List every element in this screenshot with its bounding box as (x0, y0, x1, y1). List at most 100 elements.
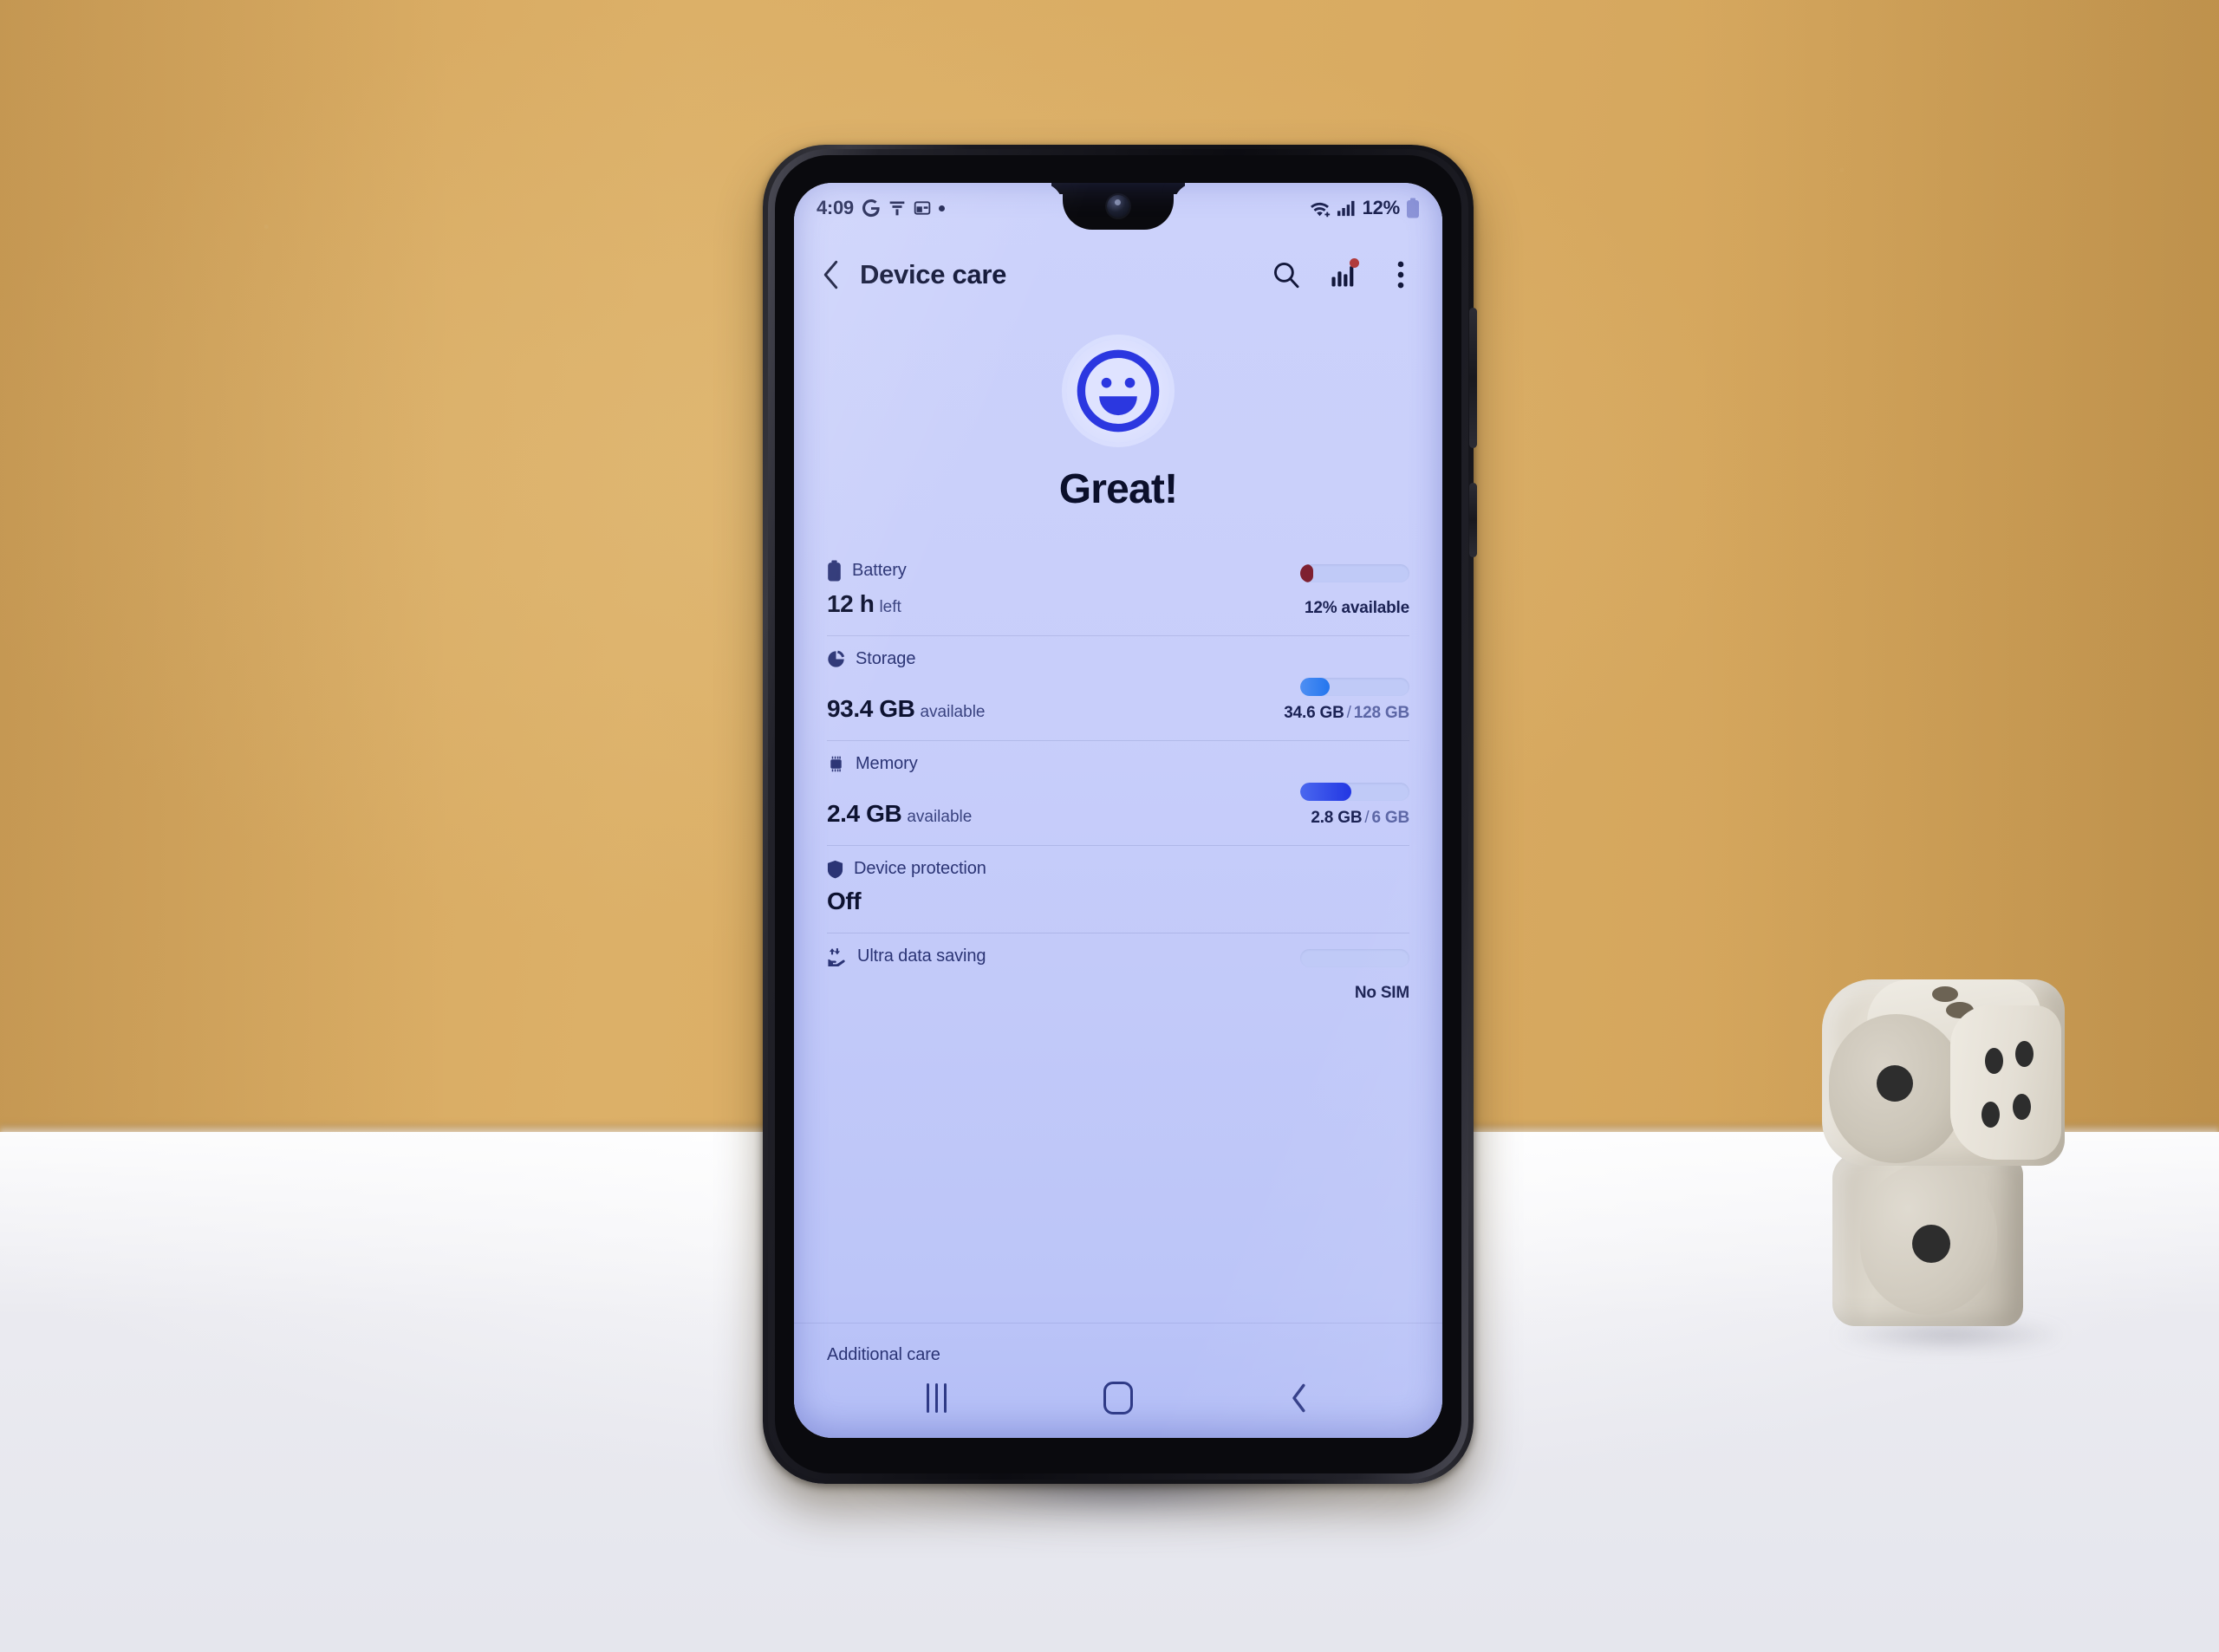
row-value-unit: left (879, 598, 901, 616)
status-rows: Battery 12 h left 12% available Storage … (794, 546, 1442, 1020)
recents-icon (927, 1383, 947, 1413)
additional-care-section[interactable]: Additional care (794, 1323, 1442, 1365)
progress-fill (1300, 678, 1331, 696)
row-subtext-total: 128 GB (1353, 704, 1409, 722)
row-right: 2.8 GB/6 GB (1300, 783, 1409, 828)
row-right: 34.6 GB/128 GB (1284, 678, 1409, 723)
recents-button[interactable] (907, 1374, 967, 1422)
signal-bars-icon (1337, 199, 1357, 217)
row-subtext: 12% available (1305, 599, 1409, 617)
row-right: No SIM (1300, 949, 1409, 1003)
row-value: 93.4 GB available (827, 695, 985, 723)
data-saving-icon (827, 946, 847, 966)
row-body: 2.4 GB available 2.8 GB/6 GB (827, 783, 1409, 828)
row-label: Device protection (854, 859, 986, 878)
row-value-number: 93.4 GB (827, 695, 915, 722)
storage-progress-bar (1300, 678, 1409, 696)
funnel-icon (888, 199, 906, 217)
row-battery[interactable]: Battery 12 h left 12% available (794, 546, 1442, 635)
smiley-face-icon (1066, 339, 1170, 443)
row-subtext: No SIM (1354, 984, 1409, 1002)
device-care-app: 4:09 12% Device care Great! Battery 12 h… (794, 183, 1442, 1438)
progress-fill (1300, 564, 1314, 582)
status-bar: 4:09 12% (794, 183, 1442, 233)
app-bar-actions (1269, 257, 1423, 292)
row-body: 93.4 GB available 34.6 GB/128 GB (827, 678, 1409, 723)
row-value-number: Off (827, 888, 862, 914)
back-nav-button[interactable] (1269, 1374, 1330, 1422)
google-g-icon (862, 198, 881, 218)
additional-care-title: Additional care (827, 1345, 940, 1364)
row-header: Storage (827, 649, 1409, 669)
row-body: No SIM (827, 949, 1409, 1003)
device-status-hero: Great! (794, 316, 1442, 513)
row-ultra-data-saving[interactable]: Ultra data saving No SIM (794, 933, 1442, 1020)
chevron-left-icon (1292, 1383, 1305, 1413)
page-title: Device care (860, 259, 1007, 289)
die-pip (1985, 1048, 2003, 1074)
status-battery-percent: 12% (1362, 197, 1401, 218)
die-pip (1877, 1065, 1913, 1102)
navigation-bar (794, 1365, 1442, 1438)
die-pip (1932, 986, 1958, 1002)
die-pip (1912, 1225, 1950, 1263)
row-value-unit: available (907, 808, 973, 826)
battery-progress-bar (1300, 564, 1409, 582)
row-header: Device protection (827, 859, 1409, 879)
row-label: Ultra data saving (857, 946, 986, 966)
battery-icon (827, 560, 842, 582)
row-header: Memory (827, 754, 1409, 774)
bottom-die (1832, 1153, 2023, 1326)
row-value: 12 h left (827, 590, 901, 618)
notification-badge (1350, 258, 1359, 268)
row-subtext-total: 6 GB (1371, 809, 1409, 827)
phone-screen: 4:09 12% Device care Great! Battery 12 h… (794, 183, 1442, 1438)
row-value: Off (827, 888, 862, 915)
die-pip (1981, 1102, 2000, 1128)
row-value-unit: available (920, 703, 986, 721)
row-label: Memory (856, 754, 918, 773)
row-subtext-used: 2.8 GB (1311, 809, 1363, 827)
usage-chart-icon[interactable] (1326, 257, 1361, 292)
storage-pie-icon (827, 650, 845, 668)
data-saving-progress-bar (1300, 949, 1409, 967)
search-icon[interactable] (1269, 257, 1304, 292)
shield-icon (827, 860, 843, 879)
power-button[interactable] (1469, 483, 1477, 557)
row-subtext-used: 34.6 GB (1284, 704, 1344, 722)
row-storage[interactable]: Storage 93.4 GB available 34.6 GB/128 GB (794, 635, 1442, 740)
chevron-left-icon (823, 260, 838, 289)
volume-button[interactable] (1469, 308, 1477, 448)
wifi-icon (1309, 199, 1331, 218)
row-subtext: 34.6 GB/128 GB (1284, 704, 1409, 722)
row-subtext: 2.8 GB/6 GB (1311, 809, 1409, 827)
home-button[interactable] (1088, 1374, 1149, 1422)
row-value: 2.4 GB available (827, 800, 972, 828)
status-bar-left: 4:09 (817, 197, 945, 219)
memory-progress-bar (1300, 783, 1409, 801)
row-label: Battery (852, 561, 907, 580)
row-body: 12 h left 12% available (827, 564, 1409, 618)
row-memory[interactable]: Memory 2.4 GB available 2.8 GB/6 GB (794, 740, 1442, 845)
back-button[interactable] (811, 255, 851, 295)
row-device-protection[interactable]: Device protection Off (794, 845, 1442, 933)
battery-icon (1406, 198, 1420, 218)
smartphone: 4:09 12% Device care Great! Battery 12 h… (739, 145, 1501, 1549)
row-label: Storage (856, 649, 916, 668)
row-right: 12% available (1300, 564, 1409, 618)
home-icon (1103, 1382, 1133, 1415)
more-options-icon[interactable] (1383, 257, 1418, 292)
row-body: Off (827, 888, 1409, 915)
window-app-icon (914, 199, 931, 217)
wall-shadow-left (0, 0, 451, 1134)
status-bar-right: 12% (1309, 197, 1420, 219)
die-pip (2013, 1094, 2031, 1120)
dot-icon (938, 205, 945, 211)
device-status-title: Great! (1058, 466, 1178, 512)
top-die-right-face (1950, 1005, 2061, 1160)
status-time: 4:09 (817, 197, 854, 218)
die-pip (2015, 1041, 2034, 1067)
row-value-number: 12 h (827, 590, 875, 617)
row-value-number: 2.4 GB (827, 800, 902, 827)
wooden-dice-stack (1777, 953, 2124, 1361)
